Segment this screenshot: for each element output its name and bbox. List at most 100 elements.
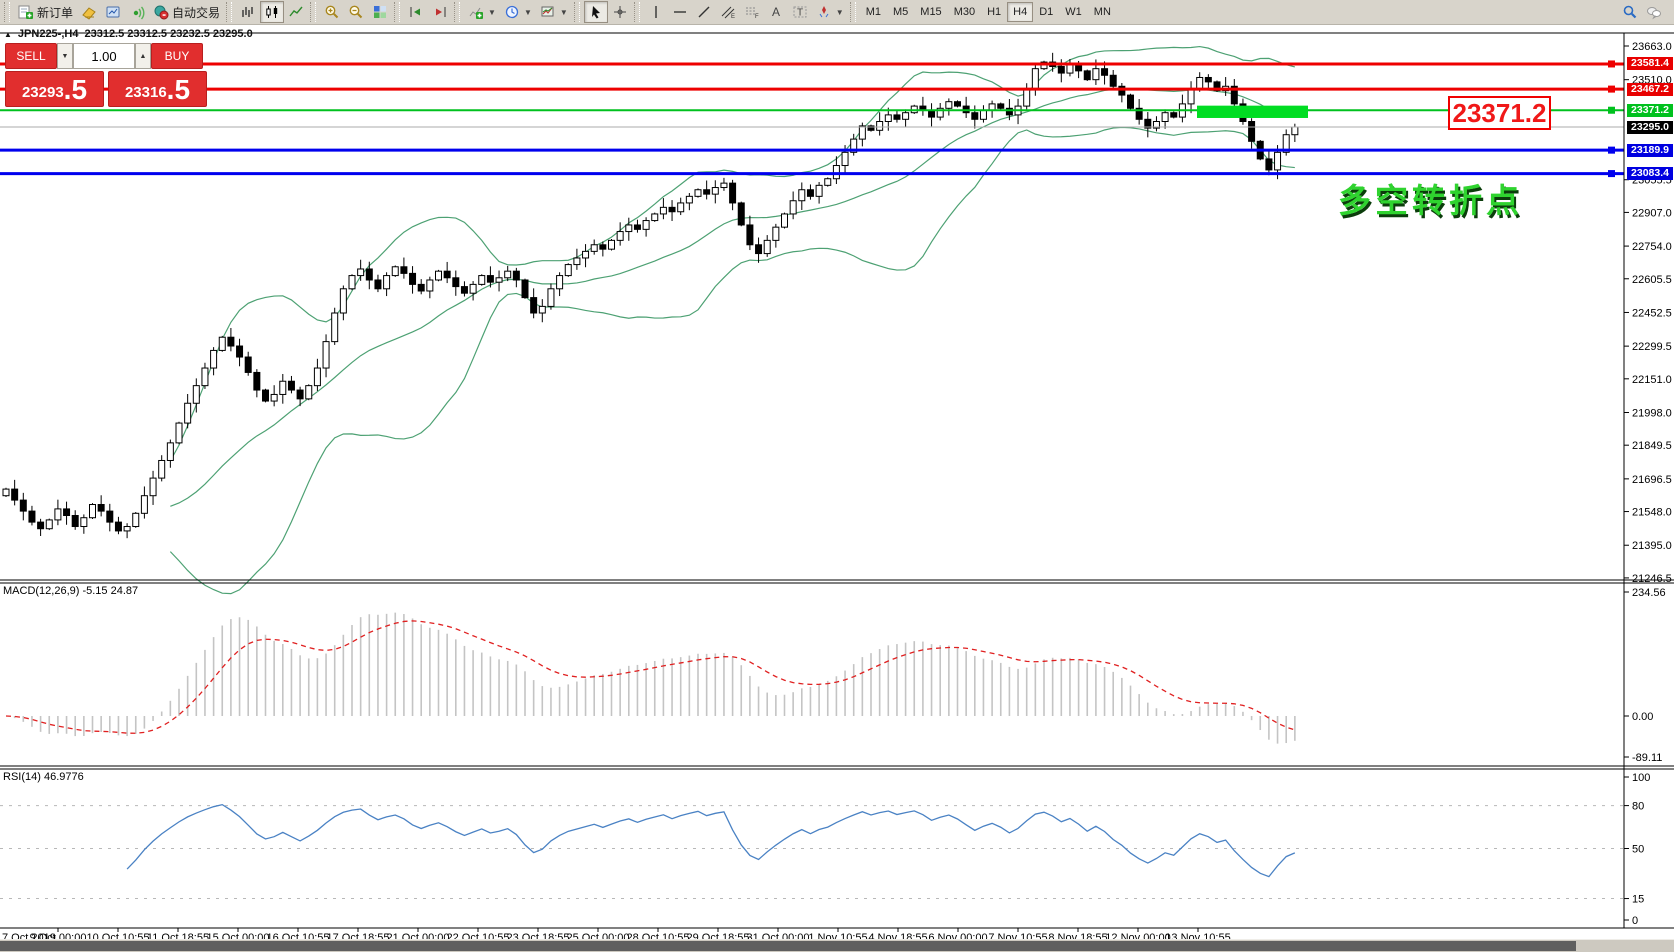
- svg-text:21696.5: 21696.5: [1632, 474, 1672, 486]
- timeframe-M1[interactable]: M1: [860, 2, 887, 22]
- buy-price-button[interactable]: 23316 .5: [108, 71, 207, 107]
- scrollbar-thumb[interactable]: [0, 941, 1576, 951]
- toolbar-grip[interactable]: [310, 2, 317, 22]
- timeframe-W1[interactable]: W1: [1059, 2, 1088, 22]
- svg-text:F: F: [755, 14, 759, 20]
- price-level-badge: 23295.0: [1627, 120, 1673, 134]
- clock-icon: [505, 5, 519, 19]
- vertical-line-tool-button[interactable]: [644, 1, 668, 23]
- volume-increment-button[interactable]: ▲: [135, 43, 151, 69]
- periods-button[interactable]: ▼: [500, 1, 536, 23]
- dropdown-arrow-icon: ▼: [523, 7, 532, 17]
- price-level-badge: 23467.2: [1627, 82, 1673, 96]
- indicators-button[interactable]: ▼: [464, 1, 500, 23]
- eraser-icon: [82, 7, 96, 20]
- volume-decrement-button[interactable]: ▼: [57, 43, 73, 69]
- buy-price-main: 23316: [124, 84, 167, 101]
- one-click-trading-panel: SELL ▼ 1.00 ▲ BUY 23293 .5 23316 .5: [5, 43, 207, 107]
- svg-text:21998.0: 21998.0: [1632, 407, 1672, 419]
- crosshair-icon: [613, 6, 626, 18]
- price-level-badge: 23083.4: [1627, 167, 1673, 181]
- signals-button[interactable]: [125, 1, 149, 23]
- timeframe-H1[interactable]: H1: [981, 2, 1007, 22]
- auto-scroll-button[interactable]: [404, 1, 428, 23]
- candlestick-mode-button[interactable]: [260, 1, 285, 23]
- equidistant-channel-icon: E: [721, 6, 735, 20]
- new-order-label: 新订单: [37, 5, 74, 20]
- timeframe-MN[interactable]: MN: [1088, 2, 1117, 22]
- price-callout-box[interactable]: 23371.2: [1448, 96, 1551, 130]
- bar-chart-mode-button[interactable]: [236, 1, 260, 23]
- toolbar-grip[interactable]: [633, 2, 640, 22]
- buy-button[interactable]: BUY: [151, 43, 203, 69]
- chart-canvas[interactable]: 23663.023510.023055.522907.022754.022605…: [0, 0, 1674, 952]
- zoom-out-button[interactable]: [344, 1, 368, 23]
- timeframe-M15[interactable]: M15: [914, 2, 947, 22]
- horizontal-scrollbar[interactable]: [0, 939, 1674, 952]
- cursor-icon: [591, 6, 600, 19]
- timeframe-M5[interactable]: M5: [887, 2, 914, 22]
- toolbar: 新订单 自动交易 ▼ ▼ ▼ E F A T ▼ M1 M5 M15 M30 H…: [0, 0, 1674, 25]
- chart-shift-button[interactable]: [428, 1, 452, 23]
- autotrading-button[interactable]: 自动交易: [149, 1, 224, 23]
- toolbar-grip[interactable]: [573, 2, 580, 22]
- rsi-indicator-label: RSI(14) 46.9776: [3, 771, 84, 783]
- toolbar-grip[interactable]: [394, 2, 401, 22]
- svg-text:-89.11: -89.11: [1632, 752, 1662, 764]
- autotrading-icon: [154, 5, 169, 20]
- turning-point-annotation[interactable]: 多空转折点: [1338, 174, 1523, 222]
- toolbar-grip[interactable]: [4, 2, 10, 22]
- sell-price-button[interactable]: 23293 .5: [5, 71, 104, 107]
- zoom-out-icon: [349, 5, 363, 19]
- text-label-tool-button[interactable]: T: [788, 1, 812, 23]
- search-button[interactable]: [1618, 1, 1642, 23]
- toolbar-grip[interactable]: [226, 2, 233, 22]
- toolbar-grip[interactable]: [849, 2, 856, 22]
- timeframe-H4[interactable]: H4: [1007, 2, 1034, 22]
- svg-text:0.00: 0.00: [1632, 711, 1653, 723]
- svg-text:50: 50: [1632, 844, 1644, 856]
- bar-chart-icon: [242, 7, 253, 17]
- text-tool-button[interactable]: A: [764, 1, 788, 23]
- horizontal-line-icon: [673, 11, 686, 13]
- mt4-application: { "toolbar": { "new_order_label": "新订单",…: [0, 0, 1674, 952]
- arrows-tool-button[interactable]: ▼: [812, 1, 848, 23]
- new-order-button[interactable]: 新订单: [14, 1, 77, 23]
- trendline-tool-button[interactable]: [692, 1, 716, 23]
- svg-text:80: 80: [1632, 801, 1644, 813]
- fibonacci-tool-button[interactable]: F: [740, 1, 764, 23]
- timeframe-D1[interactable]: D1: [1033, 2, 1059, 22]
- volume-input[interactable]: 1.00: [73, 43, 135, 69]
- chat-button[interactable]: [1642, 1, 1666, 23]
- templates-button[interactable]: ▼: [536, 1, 572, 23]
- line-chart-icon: [289, 6, 303, 17]
- toolbar-grip[interactable]: [454, 2, 461, 22]
- templates-icon: [541, 6, 554, 17]
- chart-ohlc-title: ▲ JPN225-,H4 23312.5 23312.5 23232.5 232…: [4, 28, 253, 40]
- collapse-icon[interactable]: ▲: [4, 30, 12, 39]
- price-level-badge: 23581.4: [1627, 57, 1673, 71]
- svg-text:22605.5: 22605.5: [1632, 274, 1672, 286]
- ohlc-values: 23312.5 23312.5 23232.5 23295.0: [84, 28, 253, 40]
- sell-button[interactable]: SELL: [5, 43, 57, 69]
- svg-text:22151.0: 22151.0: [1632, 374, 1672, 386]
- chart-background: [0, 25, 1674, 952]
- market-watch-button[interactable]: [101, 1, 125, 23]
- cursor-tool-button[interactable]: [583, 1, 608, 23]
- autotrading-label: 自动交易: [172, 5, 221, 20]
- channel-tool-button[interactable]: E: [716, 1, 740, 23]
- svg-text:22452.5: 22452.5: [1632, 307, 1672, 319]
- symbol-period-label: JPN225-,H4: [17, 28, 79, 40]
- dropdown-arrow-icon: ▼: [488, 7, 496, 17]
- zoom-in-button[interactable]: [320, 1, 344, 23]
- horizontal-line-tool-button[interactable]: [668, 1, 692, 23]
- tile-windows-button[interactable]: [368, 1, 392, 23]
- svg-text:T: T: [797, 8, 803, 19]
- timeframe-M30[interactable]: M30: [948, 2, 981, 22]
- highlight-zone[interactable]: [1197, 105, 1308, 118]
- chart-eraser-button[interactable]: [77, 1, 101, 23]
- svg-text:21246.5: 21246.5: [1632, 573, 1672, 585]
- crosshair-tool-button[interactable]: [608, 1, 632, 23]
- svg-text:22754.0: 22754.0: [1632, 241, 1672, 253]
- line-chart-mode-button[interactable]: [284, 1, 308, 23]
